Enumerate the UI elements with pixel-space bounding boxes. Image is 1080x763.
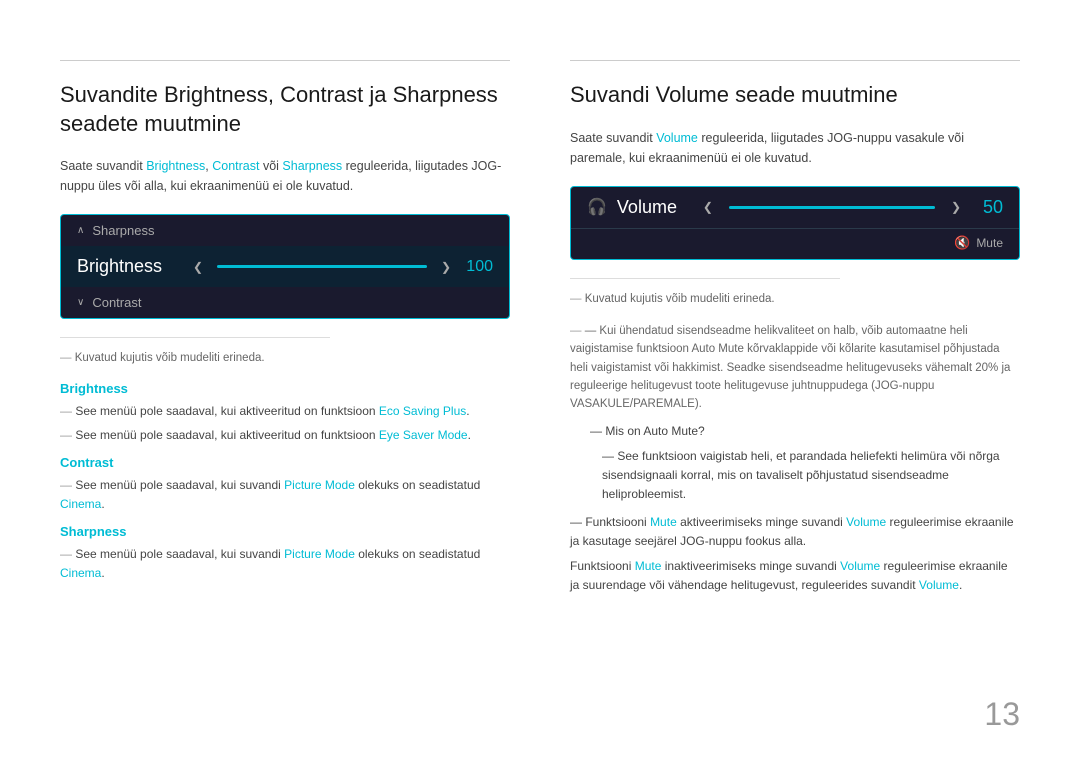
volume-right-arrow: ❯ xyxy=(951,200,961,214)
right-note3: — See funktsioon vaigistab heli, et para… xyxy=(602,447,1020,505)
chevron-down-icon: ∨ xyxy=(77,297,84,308)
osd-left-arrow: ❮ xyxy=(193,260,203,274)
right-note4: — Funktsiooni Mute aktiveerimiseks minge… xyxy=(570,513,1020,551)
right-section: Suvandi Volume seade muutmine Saate suva… xyxy=(570,60,1020,601)
sharpness-note: See menüü pole saadaval, kui suvandi Pic… xyxy=(60,545,510,583)
right-note5: Funktsiooni Mute inaktiveerimiseks minge… xyxy=(570,557,1020,595)
right-divider xyxy=(570,278,840,279)
left-title: Suvandite Brightness, Contrast ja Sharpn… xyxy=(60,81,510,138)
osd-brightness-track xyxy=(217,265,427,268)
volume-track xyxy=(729,206,935,209)
osd-brightness-row: Brightness ❮ ❯ 100 xyxy=(61,246,509,287)
page-number: 13 xyxy=(984,696,1020,733)
right-intro: Saate suvandit Volume reguleerida, liigu… xyxy=(570,128,1020,168)
osd-contrast-row: ∨ Contrast xyxy=(61,287,509,318)
brightness-note1: See menüü pole saadaval, kui aktiveeritu… xyxy=(60,402,510,421)
left-note: Kuvatud kujutis võib mudeliti erineda. xyxy=(60,350,510,367)
left-intro: Saate suvandit Brightness, Contrast või … xyxy=(60,156,510,196)
right-title: Suvandi Volume seade muutmine xyxy=(570,81,1020,110)
right-note1: Kuvatud kujutis võib mudeliti erineda. xyxy=(570,291,1020,308)
sharpness-heading: Sharpness xyxy=(60,524,510,539)
osd-brightness-widget: ∧ Sharpness Brightness ❮ ❯ 100 ∨ Contras… xyxy=(60,214,510,319)
headphone-icon: 🎧 xyxy=(587,197,607,217)
volume-main-row: 🎧 Volume ❮ ❯ 50 xyxy=(571,187,1019,228)
mute-button: 🔇 Mute xyxy=(954,235,1003,251)
osd-sharpness-row: ∧ Sharpness xyxy=(61,215,509,246)
chevron-up-icon: ∧ xyxy=(77,225,84,236)
left-section: Suvandite Brightness, Contrast ja Sharpn… xyxy=(60,60,510,601)
mute-icon: 🔇 xyxy=(954,235,970,251)
osd-right-arrow: ❯ xyxy=(441,260,451,274)
right-mis: — Mis on Auto Mute? xyxy=(590,422,1020,441)
contrast-note: See menüü pole saadaval, kui suvandi Pic… xyxy=(60,476,510,514)
contrast-heading: Contrast xyxy=(60,455,510,470)
osd-volume-widget: 🎧 Volume ❮ ❯ 50 🔇 Mute xyxy=(570,186,1020,260)
left-divider xyxy=(60,337,330,338)
right-note2: — Kui ühendatud sisendseadme helikvalite… xyxy=(570,322,1020,414)
mute-row: 🔇 Mute xyxy=(571,228,1019,259)
brightness-heading: Brightness xyxy=(60,381,510,396)
volume-left-arrow: ❮ xyxy=(703,200,713,214)
brightness-note2: See menüü pole saadaval, kui aktiveeritu… xyxy=(60,426,510,445)
